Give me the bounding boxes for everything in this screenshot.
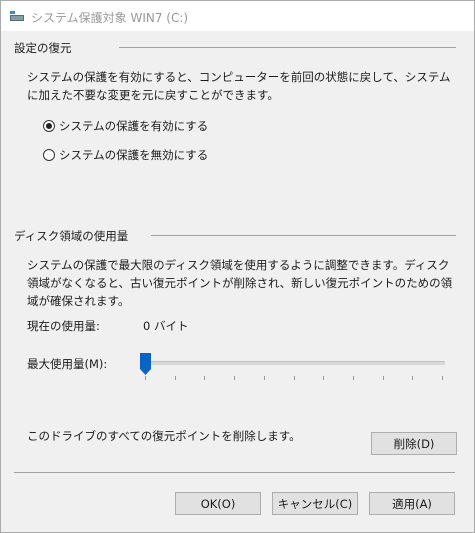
slider-tick [175,376,176,380]
slider-tick [353,376,354,380]
disk-usage-description: システムの保護で最大限のディスク領域を使用するように調整できます。ディスク領域が… [27,258,453,308]
drive-icon [10,11,24,21]
max-usage-slider-track[interactable] [143,361,445,365]
apply-button[interactable]: 適用(A) [369,492,455,515]
current-usage-value: 0 バイト [143,319,189,333]
delete-button[interactable]: 削除(D) [371,432,457,455]
restore-settings-header: 設定の復元 [14,41,72,55]
slider-tick [204,376,205,380]
slider-tick [412,376,413,380]
disable-protection-radio[interactable]: システムの保護を無効にする [43,147,208,163]
slider-tick [234,376,235,380]
slider-tick [145,376,146,380]
restore-settings-description: システムの保護を有効にすると、コンピューターを前回の状態に戻して、システムに加え… [27,70,451,102]
slider-tick [383,376,384,380]
enable-protection-label: システムの保護を有効にする [59,119,209,133]
enable-protection-radio[interactable]: システムの保護を有効にする [43,118,208,134]
max-usage-slider-thumb[interactable] [140,353,151,375]
disk-usage-header: ディスク領域の使用量 [14,229,129,243]
slider-tick [442,376,443,380]
window-title: システム保護対象 WIN7 (C:) [31,11,189,25]
system-protection-dialog: システム保護対象 WIN7 (C:) 設定の復元 システムの保護を有効にすると、… [0,0,475,533]
footer-separator [14,472,455,473]
cancel-button[interactable]: キャンセル(C) [272,492,358,515]
title-bar: システム保護対象 WIN7 (C:) [1,1,474,31]
disk-usage-divider [151,235,456,236]
disable-protection-label: システムの保護を無効にする [59,148,209,162]
delete-points-text: このドライブのすべての復元ポイントを削除します。 [27,429,301,443]
radio-checked-icon [43,120,55,132]
restore-settings-divider [119,47,456,48]
slider-tick [264,376,265,380]
current-usage-label: 現在の使用量: [27,319,100,333]
radio-unchecked-icon [43,149,55,161]
max-usage-label: 最大使用量(M): [27,357,108,371]
slider-tick [323,376,324,380]
slider-tick [294,376,295,380]
ok-button[interactable]: OK(O) [175,492,261,515]
